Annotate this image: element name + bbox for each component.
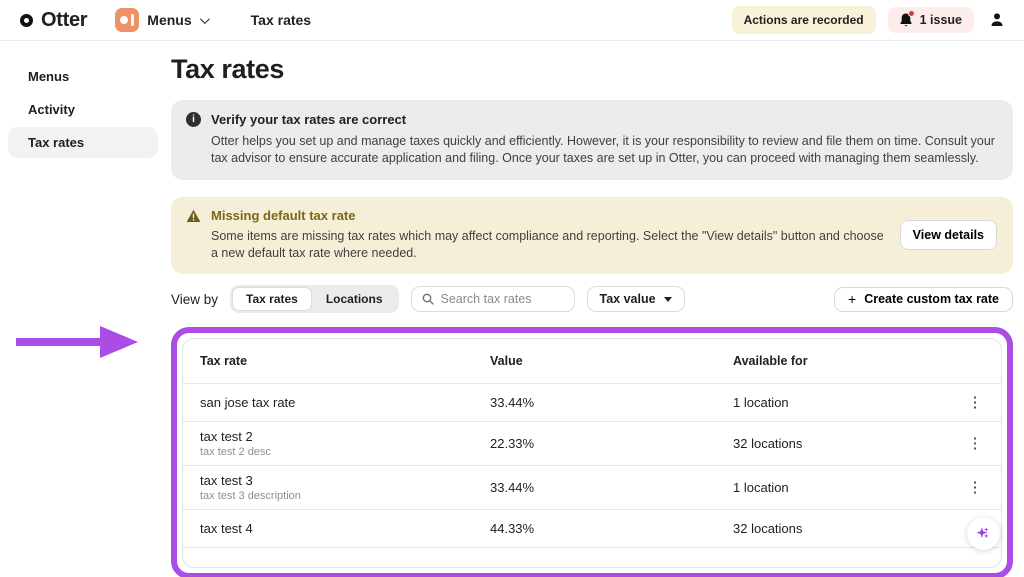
view-by-label: View by bbox=[171, 292, 218, 307]
table-row[interactable]: tax test 3 tax test 3 description 33.44%… bbox=[183, 465, 1001, 509]
info-banner: i Verify your tax rates are correct Otte… bbox=[171, 100, 1013, 180]
table-row[interactable]: san jose tax rate 33.44% 1 location ⋮ bbox=[183, 383, 1001, 421]
row-kebab-menu-icon[interactable]: ⋮ bbox=[963, 395, 987, 410]
main-content: Tax rates i Verify your tax rates are co… bbox=[170, 41, 1024, 577]
actions-recorded-badge: Actions are recorded bbox=[732, 6, 876, 34]
sort-dropdown[interactable]: Tax value bbox=[587, 286, 685, 312]
top-bar: Otter Menus Tax rates Actions are record… bbox=[0, 0, 1024, 41]
view-details-button[interactable]: View details bbox=[900, 220, 997, 250]
otter-logo-icon bbox=[20, 14, 33, 27]
tax-rate-available: 32 locations bbox=[733, 521, 963, 536]
issues-notification-button[interactable]: 1 issue bbox=[888, 7, 974, 33]
tax-rate-value: 44.33% bbox=[490, 521, 733, 536]
search-input[interactable] bbox=[441, 292, 561, 306]
highlight-frame: Tax rate Value Available for san jose ta… bbox=[171, 327, 1013, 577]
annotation-arrow-icon bbox=[16, 326, 138, 363]
app-switcher-label: Menus bbox=[147, 12, 191, 28]
row-kebab-menu-icon[interactable]: ⋮ bbox=[963, 480, 987, 495]
issue-count-label: 1 issue bbox=[920, 13, 962, 27]
table-row[interactable]: tax test 4 44.33% 32 locations ⋮ bbox=[183, 509, 1001, 547]
row-kebab-menu-icon[interactable]: ⋮ bbox=[963, 436, 987, 451]
sidebar: Menus Activity Tax rates bbox=[0, 41, 170, 577]
info-banner-title: Verify your tax rates are correct bbox=[211, 112, 406, 127]
plus-icon: + bbox=[848, 291, 856, 307]
tax-rate-available: 1 location bbox=[733, 395, 963, 410]
create-button-label: Create custom tax rate bbox=[864, 292, 999, 306]
caret-down-icon bbox=[664, 297, 672, 302]
sidebar-item-tax-rates[interactable]: Tax rates bbox=[8, 127, 158, 158]
tax-rate-description: tax test 3 description bbox=[200, 490, 490, 502]
tax-rates-table: Tax rate Value Available for san jose ta… bbox=[182, 338, 1002, 568]
sidebar-item-menus[interactable]: Menus bbox=[8, 61, 158, 92]
tax-rate-name: tax test 3 bbox=[200, 473, 490, 488]
table-row[interactable]: tax test 2 tax test 2 desc 22.33% 32 loc… bbox=[183, 421, 1001, 465]
app-switcher-menus[interactable]: Menus bbox=[115, 8, 206, 32]
view-by-segmented-control: Tax rates Locations bbox=[230, 285, 398, 313]
menus-app-icon bbox=[115, 8, 139, 32]
tax-rate-description: tax test 2 desc bbox=[200, 446, 490, 458]
user-account-button[interactable] bbox=[986, 9, 1008, 31]
sort-dropdown-label: Tax value bbox=[600, 292, 656, 306]
tax-rate-value: 22.33% bbox=[490, 436, 733, 451]
info-icon: i bbox=[186, 112, 201, 127]
table-footer-spacer bbox=[183, 547, 1001, 567]
column-header-tax-rate: Tax rate bbox=[200, 354, 490, 368]
search-icon bbox=[422, 293, 434, 305]
warning-banner-body: Some items are missing tax rates which m… bbox=[211, 228, 884, 262]
create-custom-tax-rate-button[interactable]: + Create custom tax rate bbox=[834, 287, 1013, 312]
segment-tax-rates[interactable]: Tax rates bbox=[232, 287, 312, 311]
tax-rate-value: 33.44% bbox=[490, 395, 733, 410]
search-box[interactable] bbox=[411, 286, 575, 312]
tax-rate-available: 32 locations bbox=[733, 436, 963, 451]
notification-dot bbox=[908, 10, 915, 17]
tax-rate-name: tax test 2 bbox=[200, 429, 490, 444]
tax-rate-available: 1 location bbox=[733, 480, 963, 495]
breadcrumb: Tax rates bbox=[251, 12, 311, 28]
otter-logo-text: Otter bbox=[41, 9, 87, 32]
column-header-available-for: Available for bbox=[733, 354, 963, 368]
bell-icon bbox=[898, 12, 914, 28]
table-header-row: Tax rate Value Available for bbox=[183, 339, 1001, 383]
warning-banner-title: Missing default tax rate bbox=[211, 208, 355, 223]
tax-rate-name: tax test 4 bbox=[200, 521, 490, 536]
sparkle-icon bbox=[975, 525, 993, 543]
column-header-value: Value bbox=[490, 354, 733, 368]
ai-assistant-button[interactable] bbox=[967, 517, 1000, 550]
page-title: Tax rates bbox=[171, 54, 1013, 85]
sidebar-item-activity[interactable]: Activity bbox=[8, 94, 158, 125]
warning-banner: Missing default tax rate Some items are … bbox=[171, 197, 1013, 274]
filter-bar: View by Tax rates Locations Tax value + … bbox=[171, 285, 1013, 313]
segment-locations[interactable]: Locations bbox=[312, 287, 397, 311]
tax-rate-value: 33.44% bbox=[490, 480, 733, 495]
otter-logo: Otter bbox=[20, 9, 87, 32]
warning-triangle-icon bbox=[186, 209, 201, 223]
chevron-down-icon bbox=[200, 14, 210, 24]
tax-rate-name: san jose tax rate bbox=[200, 395, 490, 410]
info-banner-body: Otter helps you set up and manage taxes … bbox=[211, 133, 997, 167]
